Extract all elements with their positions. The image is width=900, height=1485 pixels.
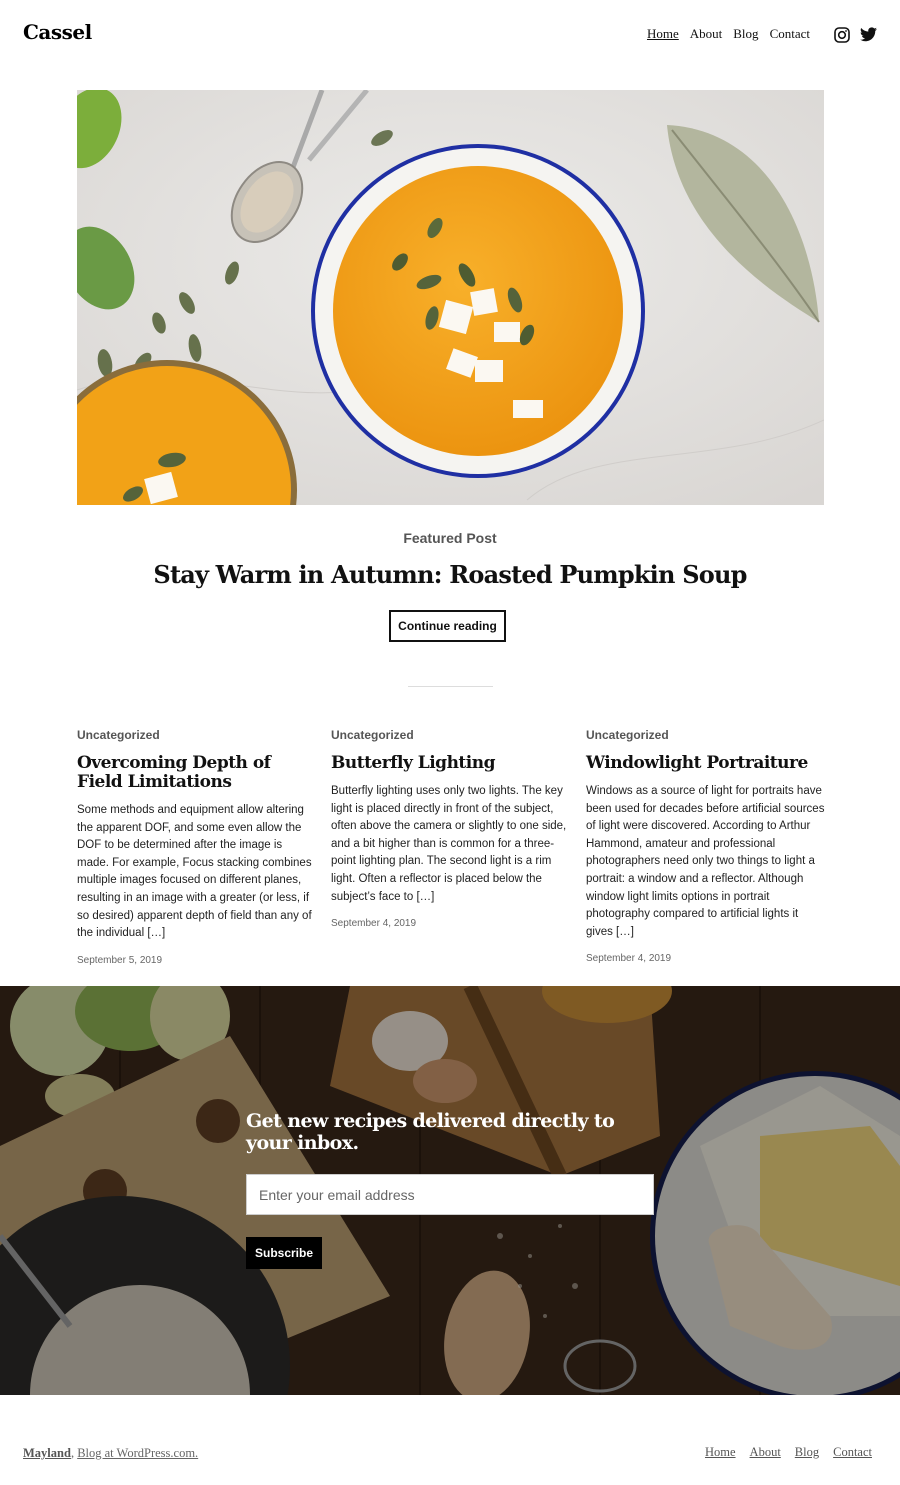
nav-item-contact[interactable]: Contact xyxy=(770,26,810,42)
post-title[interactable]: Overcoming Depth of Field Limitations xyxy=(77,754,317,792)
post-date: September 5, 2019 xyxy=(77,954,163,966)
nav-item-about[interactable]: About xyxy=(690,26,723,42)
footer-credit-link[interactable]: Blog at WordPress.com. xyxy=(77,1446,198,1460)
twitter-icon[interactable] xyxy=(860,27,877,43)
footer-nav-about[interactable]: About xyxy=(750,1445,781,1460)
footer-site-link[interactable]: Mayland xyxy=(23,1446,71,1460)
featured-image[interactable] xyxy=(77,90,824,505)
nav-item-blog[interactable]: Blog xyxy=(733,26,758,42)
email-field[interactable] xyxy=(246,1174,654,1215)
post-date: September 4, 2019 xyxy=(331,918,417,930)
post-category[interactable]: Uncategorized xyxy=(586,728,826,742)
post-category[interactable]: Uncategorized xyxy=(331,728,571,742)
footer-nav: Home About Blog Contact xyxy=(705,1445,872,1460)
footer-nav-home[interactable]: Home xyxy=(705,1445,736,1460)
post-card: Uncategorized Windowlight Portraiture Wi… xyxy=(586,728,826,964)
featured-title[interactable]: Stay Warm in Autumn: Roasted Pumpkin Sou… xyxy=(0,560,900,589)
instagram-icon[interactable] xyxy=(834,27,850,43)
post-date: September 4, 2019 xyxy=(586,953,672,965)
site-header: Cassel Home About Blog Contact xyxy=(0,0,900,70)
soup-photo xyxy=(77,90,824,505)
subscribe-form: Get new recipes delivered directly to yo… xyxy=(246,1110,656,1269)
post-card: Uncategorized Butterfly Lighting Butterf… xyxy=(331,728,571,929)
post-title[interactable]: Windowlight Portraiture xyxy=(586,754,826,773)
section-divider xyxy=(408,686,493,687)
footer-credits: Mayland, Blog at WordPress.com. xyxy=(23,1446,198,1461)
social-links xyxy=(834,27,877,43)
post-title[interactable]: Butterfly Lighting xyxy=(331,754,571,773)
post-excerpt: Windows as a source of light for portrai… xyxy=(586,785,825,938)
nav-item-home[interactable]: Home xyxy=(647,26,679,42)
post-category[interactable]: Uncategorized xyxy=(77,728,317,742)
subscribe-button[interactable]: Subscribe xyxy=(246,1237,322,1269)
subscribe-section: Get new recipes delivered directly to yo… xyxy=(0,986,900,1395)
site-title[interactable]: Cassel xyxy=(23,20,92,44)
continue-reading-button[interactable]: Continue reading xyxy=(389,610,506,642)
subscribe-heading: Get new recipes delivered directly to yo… xyxy=(246,1110,615,1154)
post-card: Uncategorized Overcoming Depth of Field … xyxy=(77,728,317,966)
footer-nav-blog[interactable]: Blog xyxy=(795,1445,819,1460)
main-nav: Home About Blog Contact xyxy=(647,26,810,42)
featured-label: Featured Post xyxy=(403,530,497,546)
post-excerpt: Some methods and equipment allow alterin… xyxy=(77,804,312,940)
post-excerpt: Butterfly lighting uses only two lights.… xyxy=(331,785,567,903)
footer-separator: , xyxy=(70,1446,75,1460)
footer-nav-contact[interactable]: Contact xyxy=(833,1445,872,1460)
